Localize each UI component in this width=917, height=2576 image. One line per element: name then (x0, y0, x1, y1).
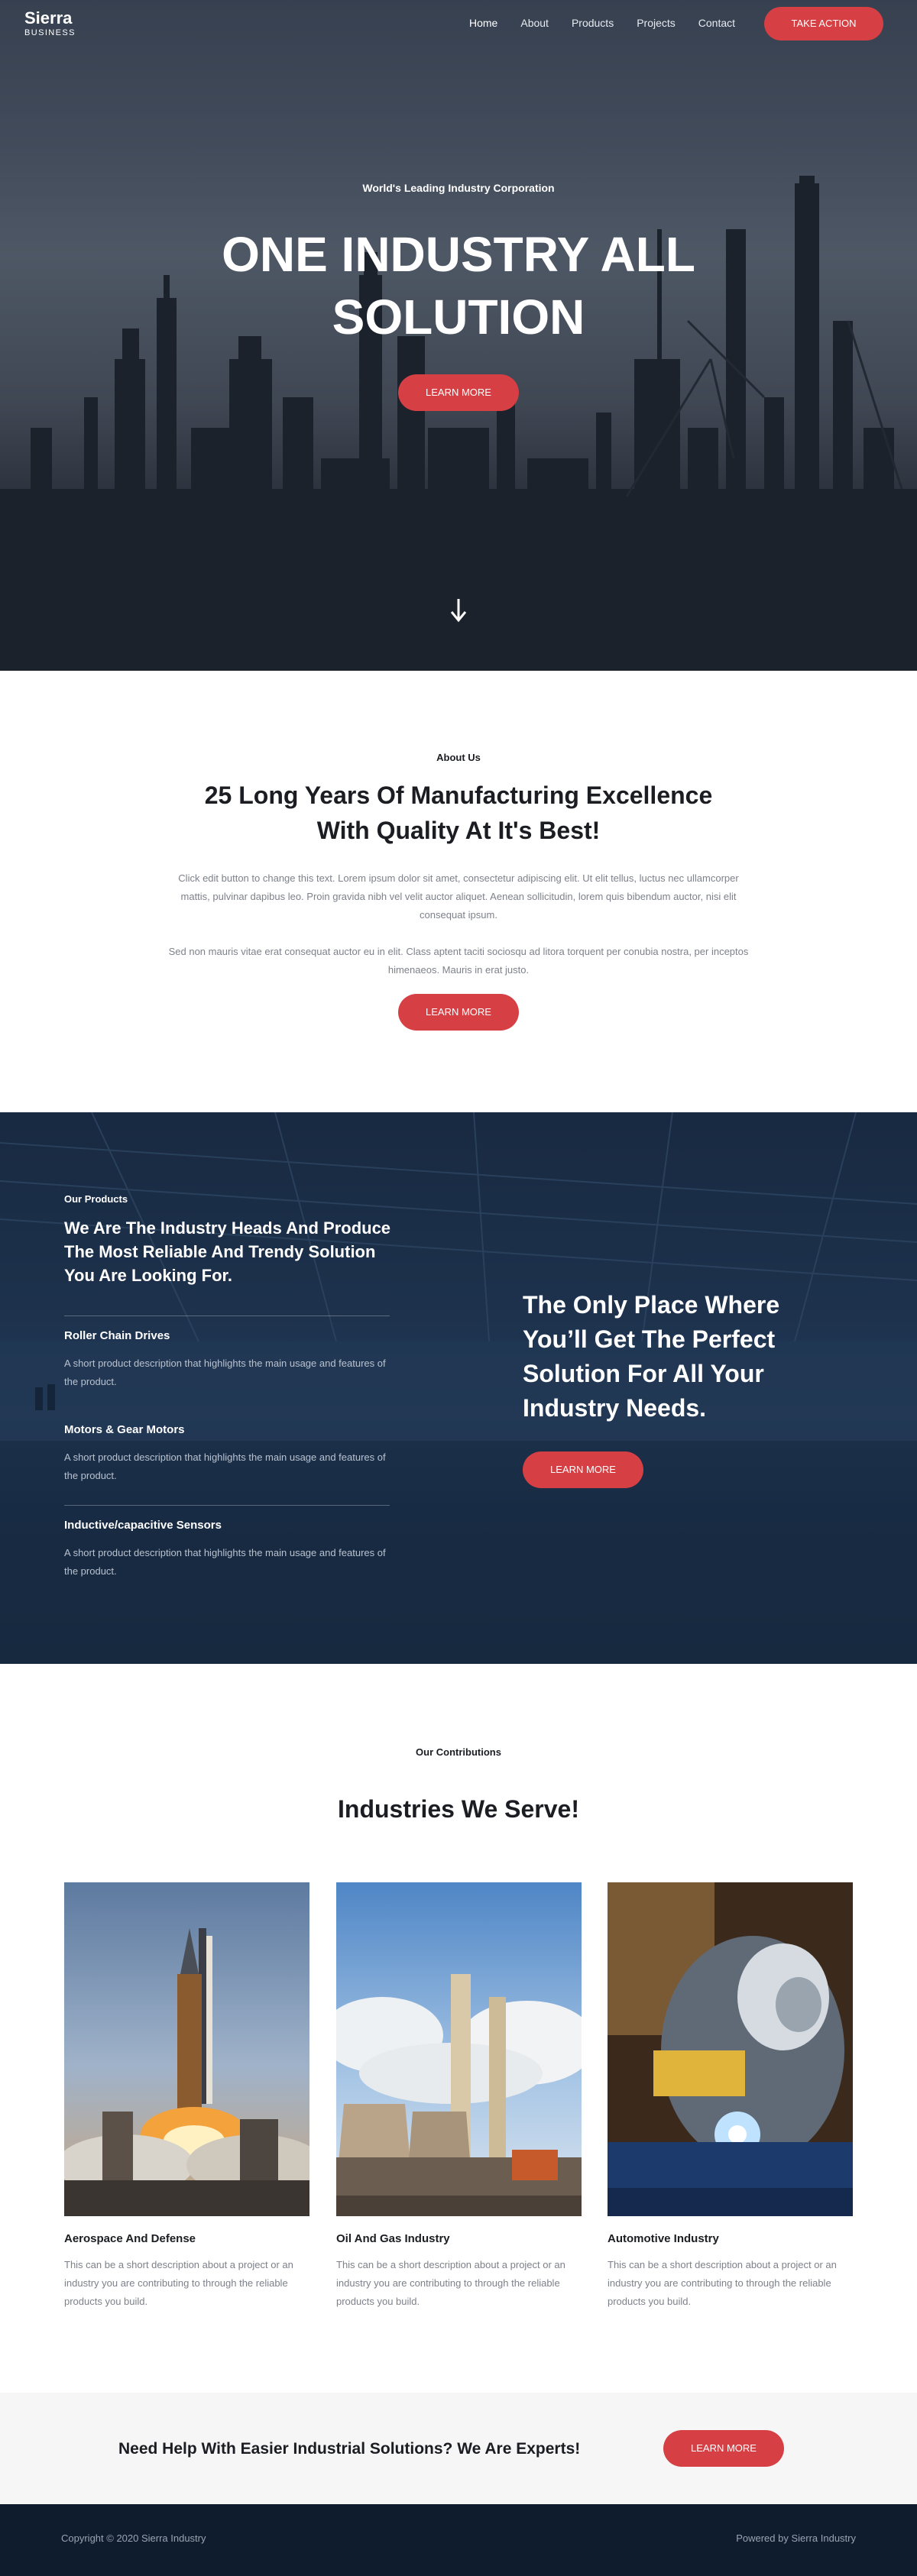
hero-eyebrow: World's Leading Industry Corporation (362, 182, 555, 194)
cta-strip-text: Need Help With Easier Industrial Solutio… (118, 2440, 581, 2458)
footer-powered-by[interactable]: Powered by Sierra Industry (736, 2532, 856, 2544)
products-section: Our Products We Are The Industry Heads A… (0, 1112, 917, 1664)
product-title: Inductive/capacitive Sensors (64, 1519, 222, 1532)
rocket-launch-image (64, 1882, 309, 2216)
hero-section: Sierra BUSINESS Home About Products Proj… (0, 0, 917, 671)
nav-link-projects[interactable]: Projects (637, 15, 676, 31)
nav-link-contact[interactable]: Contact (698, 15, 735, 31)
product-description: A short product description that highlig… (64, 1358, 386, 1387)
product-item: Roller Chain Drives A short product desc… (64, 1316, 390, 1391)
hero-learn-more-button[interactable]: LEARN MORE (398, 374, 519, 411)
about-paragraph-1: Click edit button to change this text. L… (178, 872, 739, 921)
nav-link-about[interactable]: About (520, 15, 549, 31)
logo-subtitle: BUSINESS (24, 28, 76, 37)
product-description: A short product description that highlig… (64, 1547, 386, 1577)
products-learn-more-button[interactable]: LEARN MORE (523, 1451, 643, 1488)
hero-title: ONE INDUSTRY ALL SOLUTION (222, 227, 695, 345)
card-title: Automotive Industry (608, 2232, 719, 2245)
nav-link-products[interactable]: Products (572, 15, 614, 31)
card-title: Aerospace And Defense (64, 2232, 196, 2245)
product-title: Roller Chain Drives (64, 1329, 170, 1342)
logo-name: Sierra (24, 8, 73, 28)
products-heading: We Are The Industry Heads And Produce Th… (64, 1218, 391, 1285)
take-action-button[interactable]: TAKE ACTION (764, 7, 883, 40)
footer-copyright: Copyright © 2020 Sierra Industry (61, 2532, 206, 2544)
nav-link-home[interactable]: Home (469, 15, 497, 31)
industries-title: Industries We Serve! (338, 1795, 579, 1823)
about-paragraph-2: Sed non mauris vitae erat consequat auct… (168, 946, 749, 976)
about-title: 25 Long Years Of Manufacturing Excellenc… (204, 782, 713, 844)
product-item: Inductive/capacitive Sensors A short pro… (64, 1505, 390, 1581)
card-description: This can be a short description about a … (336, 2259, 565, 2307)
industries-eyebrow: Our Contributions (416, 1746, 501, 1758)
industry-card[interactable]: Automotive Industry This can be a short … (608, 1882, 853, 2311)
industry-card[interactable]: Oil And Gas Industry This can be a short… (336, 1882, 582, 2311)
card-description: This can be a short description about a … (608, 2259, 837, 2307)
cta-learn-more-button[interactable]: LEARN MORE (663, 2430, 784, 2467)
industries-section: Our Contributions Industries We Serve! A… (0, 1664, 917, 2393)
power-plant-image (336, 1882, 582, 2216)
about-eyebrow: About Us (436, 752, 481, 763)
about-learn-more-button[interactable]: LEARN MORE (398, 994, 519, 1031)
about-section: About Us 25 Long Years Of Manufacturing … (0, 671, 917, 1112)
product-title: Motors & Gear Motors (64, 1423, 185, 1436)
product-divider (64, 1505, 390, 1506)
product-item: Motors & Gear Motors A short product des… (64, 1410, 390, 1485)
card-description: This can be a short description about a … (64, 2259, 293, 2307)
top-navigation: Sierra BUSINESS Home About Products Proj… (0, 0, 917, 47)
footer: Copyright © 2020 Sierra Industry Powered… (0, 2504, 917, 2576)
industry-card[interactable]: Aerospace And Defense This can be a shor… (64, 1882, 309, 2311)
products-eyebrow: Our Products (64, 1193, 128, 1205)
card-title: Oil And Gas Industry (336, 2232, 450, 2245)
arrow-down-icon[interactable] (448, 597, 469, 623)
product-description: A short product description that highlig… (64, 1451, 386, 1481)
welder-image (608, 1882, 853, 2216)
products-right-title: The Only Place Where You’ll Get The Perf… (523, 1291, 780, 1422)
cta-strip: Need Help With Easier Industrial Solutio… (0, 2393, 917, 2504)
nav-links: Home About Products Projects Contact (469, 15, 758, 31)
site-logo[interactable]: Sierra BUSINESS (24, 9, 76, 38)
